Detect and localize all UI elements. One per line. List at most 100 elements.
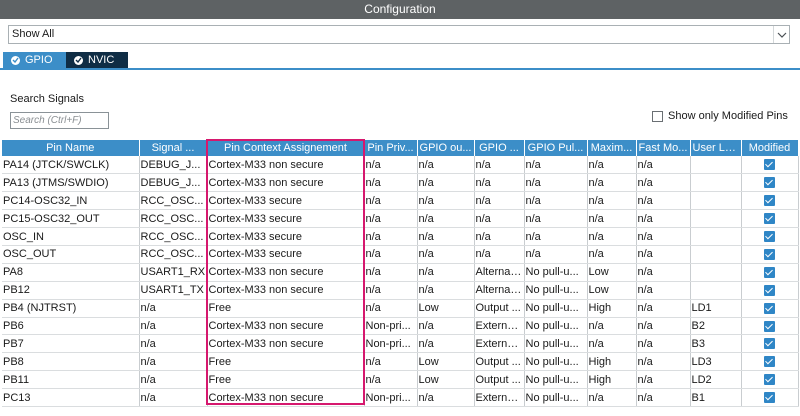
- cell-gpio-pull: n/a: [524, 156, 588, 175]
- cell-modified[interactable]: [741, 227, 799, 246]
- table-row[interactable]: PA14 (JTCK/SWCLK) DEBUG_J... Cortex-M33 no…: [2, 156, 799, 175]
- cell-modified[interactable]: [741, 156, 799, 175]
- modified-checkbox[interactable]: [764, 320, 775, 332]
- cell-gpio-output: n/a: [417, 156, 475, 175]
- cell-gpio-mode: n/a: [474, 156, 525, 175]
- table-row[interactable]: OSC_OUT RCC_OSC... Cortex-M33 secure n/a n/a…: [2, 245, 799, 264]
- modified-checkbox[interactable]: [764, 231, 775, 243]
- cell-gpio-pull: No pull-u...: [524, 370, 588, 390]
- cell-fast-mode: n/a: [636, 299, 691, 318]
- cell-gpio-output: n/a: [417, 317, 475, 336]
- window-title: Configuration: [0, 0, 800, 19]
- cell-gpio-pull: No pull-u...: [524, 263, 588, 282]
- cell-modified[interactable]: [741, 281, 799, 300]
- table-row[interactable]: PC13 n/a Cortex-M33 non secure Non-pri... n/…: [2, 388, 799, 407]
- modified-checkbox[interactable]: [764, 392, 775, 404]
- table-row[interactable]: PB11 n/a Free n/a Low Output ... No pull-u... H…: [2, 370, 799, 390]
- table-row[interactable]: OSC_IN RCC_OSC... Cortex-M33 secure n/a n/a n…: [2, 227, 799, 246]
- cell-gpio-mode: n/a: [474, 191, 525, 211]
- cell-pin-context: Cortex-M33 non secure: [207, 173, 365, 193]
- search-input[interactable]: Search (Ctrl+F): [10, 112, 109, 129]
- column-header-gpio-mode[interactable]: GPIO ...: [474, 140, 525, 156]
- modified-checkbox[interactable]: [764, 356, 775, 368]
- column-header-pin-name[interactable]: Pin Name: [2, 140, 140, 156]
- cell-pin-name: PC14-OSC32_IN: [2, 191, 140, 211]
- cell-gpio-pull: No pull-u...: [524, 317, 588, 336]
- cell-modified[interactable]: [741, 317, 799, 336]
- cell-modified[interactable]: [741, 173, 799, 193]
- column-header-user-label[interactable]: User La...: [690, 140, 742, 156]
- cell-signal: RCC_OSC...: [139, 227, 208, 246]
- cell-modified[interactable]: [741, 334, 799, 354]
- cell-pin-privilege: n/a: [364, 227, 418, 246]
- cell-modified[interactable]: [741, 299, 799, 318]
- cell-pin-name: PB12: [2, 281, 140, 300]
- table-row[interactable]: PC15-OSC32_OUT RCC_OSC... Cortex-M33 secur…: [2, 209, 799, 229]
- cell-modified[interactable]: [741, 263, 799, 282]
- cell-pin-privilege: n/a: [364, 352, 418, 372]
- cell-fast-mode: n/a: [636, 352, 691, 372]
- cell-fast-mode: n/a: [636, 173, 691, 193]
- column-header-gpio-output[interactable]: GPIO ou...: [417, 140, 475, 156]
- column-header-pin-privilege[interactable]: Pin Priv...: [364, 140, 418, 156]
- table-row[interactable]: PB8 n/a Free n/a Low Output ... No pull-u... Hi…: [2, 352, 799, 372]
- modified-checkbox[interactable]: [764, 195, 775, 207]
- cell-user-label: B2: [690, 317, 742, 336]
- cell-user-label: [690, 245, 742, 264]
- cell-fast-mode: n/a: [636, 263, 691, 282]
- cell-modified[interactable]: [741, 245, 799, 264]
- modified-checkbox[interactable]: [764, 177, 775, 189]
- tab-gpio[interactable]: GPIO: [3, 52, 66, 68]
- filter-dropdown[interactable]: Show All: [8, 25, 790, 44]
- column-header-gpio-pull[interactable]: GPIO Pul...: [524, 140, 588, 156]
- modified-checkbox[interactable]: [764, 213, 775, 225]
- cell-modified[interactable]: [741, 352, 799, 372]
- cell-gpio-pull: n/a: [524, 227, 588, 246]
- tab-nvic[interactable]: NVIC: [66, 52, 128, 68]
- table-row[interactable]: PA8 USART1_RX Cortex-M33 non secure n/a n/a A…: [2, 263, 799, 282]
- check-circle-icon: [11, 55, 20, 65]
- modified-checkbox[interactable]: [764, 159, 775, 171]
- column-header-max-speed[interactable]: Maxim...: [587, 140, 637, 156]
- cell-gpio-pull: n/a: [524, 245, 588, 264]
- cell-max-speed: n/a: [587, 334, 637, 354]
- cell-pin-context: Free: [207, 352, 365, 372]
- modified-checkbox[interactable]: [764, 302, 775, 314]
- show-modified-toggle[interactable]: Show only Modified Pins: [652, 110, 788, 122]
- modified-checkbox[interactable]: [764, 284, 775, 296]
- cell-user-label: LD3: [690, 352, 742, 372]
- cell-gpio-output: n/a: [417, 388, 475, 407]
- cell-gpio-mode: Alternat...: [474, 263, 525, 282]
- cell-pin-privilege: Non-pri...: [364, 388, 418, 407]
- cell-modified[interactable]: [741, 370, 799, 390]
- cell-signal: RCC_OSC...: [139, 245, 208, 264]
- cell-gpio-pull: No pull-u...: [524, 334, 588, 354]
- column-header-fast-mode[interactable]: Fast Mo...: [636, 140, 691, 156]
- modified-checkbox[interactable]: [764, 266, 775, 278]
- cell-gpio-mode: Externa...: [474, 317, 525, 336]
- cell-modified[interactable]: [741, 191, 799, 211]
- cell-user-label: [690, 227, 742, 246]
- cell-modified[interactable]: [741, 388, 799, 407]
- column-header-pin-context[interactable]: Pin Context Assignement: [207, 140, 365, 156]
- modified-checkbox[interactable]: [764, 374, 775, 386]
- table-row[interactable]: PA13 (JTMS/SWDIO) DEBUG_J... Cortex-M33 no…: [2, 173, 799, 193]
- modified-only-checkbox[interactable]: [652, 110, 663, 122]
- table-row[interactable]: PB12 USART1_TX Cortex-M33 non secure n/a n/a…: [2, 281, 799, 300]
- cell-gpio-pull: n/a: [524, 191, 588, 211]
- cell-gpio-output: n/a: [417, 173, 475, 193]
- cell-gpio-mode: n/a: [474, 209, 525, 229]
- modified-only-label: Show only Modified Pins: [668, 110, 788, 122]
- modified-checkbox[interactable]: [764, 338, 775, 350]
- cell-modified[interactable]: [741, 209, 799, 229]
- column-header-modified[interactable]: Modified: [741, 140, 799, 156]
- table-row[interactable]: PB4 (NJTRST) n/a Free n/a Low Output ... No pu…: [2, 299, 799, 318]
- table-row[interactable]: PC14-OSC32_IN RCC_OSC... Cortex-M33 secure…: [2, 191, 799, 211]
- cell-pin-privilege: n/a: [364, 299, 418, 318]
- cell-signal: n/a: [139, 317, 208, 336]
- chevron-down-icon[interactable]: [773, 26, 789, 43]
- column-header-signal[interactable]: Signal ...: [139, 140, 208, 156]
- table-row[interactable]: PB7 n/a Cortex-M33 non secure Non-pri... n/a…: [2, 334, 799, 354]
- modified-checkbox[interactable]: [764, 248, 775, 260]
- table-row[interactable]: PB6 n/a Cortex-M33 non secure Non-pri... n/a…: [2, 317, 799, 336]
